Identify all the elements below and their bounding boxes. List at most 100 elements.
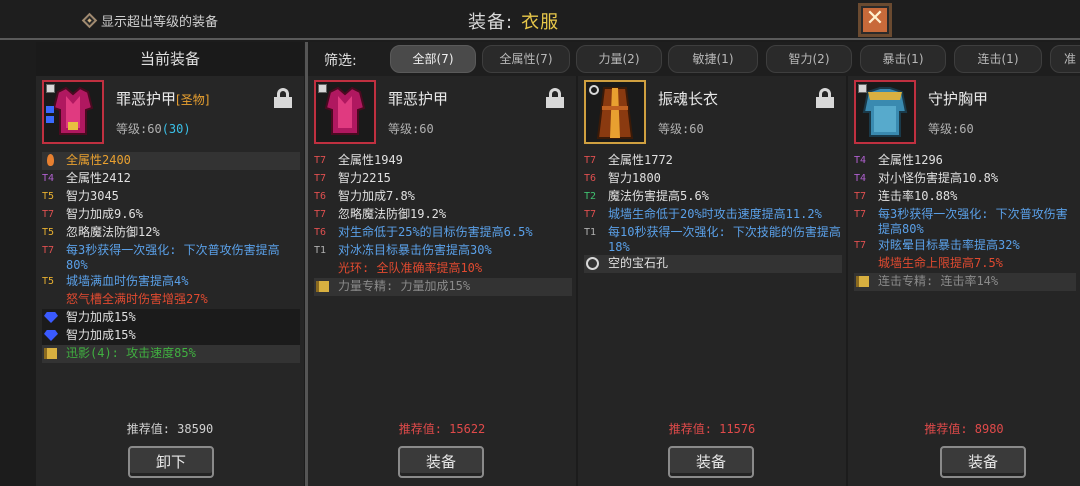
level-bonus: (30) bbox=[161, 122, 191, 136]
stat-text: 迅影(4): 攻击速度85% bbox=[66, 346, 196, 360]
stat-text: 全属性1949 bbox=[338, 153, 403, 167]
tab-all-stats[interactable]: 全属性(7) bbox=[482, 45, 570, 73]
stat-text: 智力2215 bbox=[338, 171, 391, 185]
stat-line: T7 城墙生命低于20%时攻击速度提高11.2% bbox=[584, 206, 842, 224]
stat-text: 智力加成9.6% bbox=[66, 207, 143, 221]
recommend-value: 推荐值: 15622 bbox=[398, 422, 486, 436]
item-level: 等级:60 bbox=[658, 122, 704, 136]
unequip-button[interactable]: 卸下 bbox=[128, 446, 214, 478]
stat-line: T6 对生命低于25%的目标伤害提高6.5% bbox=[314, 224, 572, 242]
stat-line: 全属性2400 bbox=[42, 152, 300, 170]
stat-text: 连击率10.88% bbox=[878, 189, 958, 203]
item-icon-sin-armor[interactable] bbox=[314, 80, 376, 144]
lock-icon[interactable] bbox=[274, 88, 292, 108]
page-title: 装备: 衣服 bbox=[468, 8, 559, 34]
stat-tier: T4 bbox=[42, 173, 55, 184]
stat-tier: T4 bbox=[854, 173, 867, 184]
stat-line: T7 对眩晕目标暴击率提高32% bbox=[854, 237, 1076, 255]
tab-accuracy[interactable]: 准 bbox=[1050, 45, 1080, 73]
equip-button[interactable]: 装备 bbox=[940, 446, 1026, 478]
stat-line: T1 每10秒获得一次强化: 下次技能的伤害提高18% bbox=[584, 224, 842, 255]
lock-icon[interactable] bbox=[816, 88, 834, 108]
stat-tier: T6 bbox=[314, 227, 327, 238]
lock-icon[interactable] bbox=[546, 88, 564, 108]
stat-text: 力量专精: 力量加成15% bbox=[338, 279, 471, 293]
diamond-checkbox-icon[interactable] bbox=[81, 12, 98, 29]
tab-intelligence[interactable]: 智力(2) bbox=[766, 45, 852, 73]
stat-tier: T5 bbox=[42, 276, 55, 287]
current-item-level: 等级:60(30) bbox=[116, 120, 191, 137]
stat-line: T7 智力加成9.6% bbox=[42, 206, 300, 224]
tab-combo[interactable]: 连击(1) bbox=[954, 45, 1042, 73]
title-label: 装备: bbox=[468, 12, 514, 33]
title-category: 衣服 bbox=[521, 12, 560, 33]
recommend-value: 推荐值: 8980 bbox=[924, 422, 1004, 436]
current-stats-list: 全属性2400 T4 全属性2412 T5 智力3045 T7 智力加成9.6% T5 忽略魔法… bbox=[42, 152, 300, 363]
stat-line: T1 对冰冻目标暴击伤害提高30% bbox=[314, 242, 572, 260]
stat-text: 对生命低于25%的目标伤害提高6.5% bbox=[338, 225, 533, 239]
stat-text: 怒气槽全满时伤害增强27% bbox=[66, 292, 208, 306]
item-level: 等级:60 bbox=[928, 122, 974, 136]
stat-line: T4 全属性2412 bbox=[42, 170, 300, 188]
stat-line: T2 魔法伤害提高5.6% bbox=[584, 188, 842, 206]
item-stats-list: T7 全属性1772 T6 智力1800 T2 魔法伤害提高5.6% T7 城墙生命低于20%… bbox=[584, 152, 842, 273]
stat-line: 迅影(4): 攻击速度85% bbox=[42, 345, 300, 363]
stat-tier: T7 bbox=[314, 155, 327, 166]
item-name: 振魂长衣 bbox=[658, 90, 719, 108]
stat-line: 连击专精: 连击率14% bbox=[854, 273, 1076, 291]
equip-button[interactable]: 装备 bbox=[668, 446, 754, 478]
item-card: 守护胸甲 等级:60 T4 全属性1296 T4 对小怪伤害提高10.8% T7 连击率1… bbox=[848, 76, 1080, 486]
stat-text: 每10秒获得一次强化: 下次技能的伤害提高18% bbox=[608, 225, 841, 254]
stat-text: 智力加成15% bbox=[66, 310, 136, 324]
stat-text: 连击专精: 连击率14% bbox=[878, 274, 999, 288]
stat-text: 对冰冻目标暴击伤害提高30% bbox=[338, 243, 492, 257]
socket-icon bbox=[586, 257, 599, 270]
item-name: 守护胸甲 bbox=[928, 90, 989, 108]
item-icon-sin-armor[interactable] bbox=[42, 80, 104, 144]
stat-tier: T7 bbox=[854, 240, 867, 251]
item-name: 罪恶护甲 bbox=[388, 90, 449, 108]
stat-line: 智力加成15% bbox=[42, 309, 300, 327]
stat-line: T4 对小怪伤害提高10.8% bbox=[854, 170, 1076, 188]
gem-slot-icon bbox=[46, 116, 54, 123]
stat-text: 智力加成7.8% bbox=[338, 189, 415, 203]
stat-text: 每3秒获得一次强化: 下次普攻伤害提高80% bbox=[66, 243, 280, 272]
stat-line: T7 全属性1949 bbox=[314, 152, 572, 170]
sapphire-icon bbox=[44, 312, 58, 323]
item-icon-robe[interactable] bbox=[584, 80, 646, 144]
stat-tier: T1 bbox=[314, 245, 327, 256]
stat-text: 对眩晕目标暴击率提高32% bbox=[878, 238, 1020, 252]
stat-tier: T7 bbox=[854, 191, 867, 202]
close-button[interactable]: ✕ bbox=[858, 3, 892, 37]
stat-line: 力量专精: 力量加成15% bbox=[314, 278, 572, 296]
tab-strength[interactable]: 力量(2) bbox=[576, 45, 662, 73]
stat-tier: T5 bbox=[42, 191, 55, 202]
stat-tier: T1 bbox=[584, 227, 597, 238]
book-icon bbox=[856, 276, 869, 287]
level-text: 等级:60 bbox=[116, 122, 162, 136]
filter-bar: 筛选: 全部(7) 全属性(7) 力量(2) 敏捷(1) 智力(2) 暴击(1)… bbox=[310, 42, 1080, 76]
sapphire-icon bbox=[44, 330, 58, 341]
current-recommend-value: 推荐值: 38590 bbox=[126, 422, 214, 436]
stat-text: 智力1800 bbox=[608, 171, 661, 185]
tab-agility[interactable]: 敏捷(1) bbox=[668, 45, 758, 73]
stat-line: T7 每3秒获得一次强化: 下次普攻伤害提高80% bbox=[42, 242, 300, 273]
current-item-name: 罪恶护甲[圣物] bbox=[116, 88, 209, 109]
stat-tier: T6 bbox=[584, 173, 597, 184]
stat-text: 对小怪伤害提高10.8% bbox=[878, 171, 999, 185]
equip-button[interactable]: 装备 bbox=[398, 446, 484, 478]
stat-line: T4 全属性1296 bbox=[854, 152, 1076, 170]
relic-tag: [圣物] bbox=[176, 93, 210, 107]
tab-all[interactable]: 全部(7) bbox=[390, 45, 476, 73]
tab-crit[interactable]: 暴击(1) bbox=[860, 45, 946, 73]
stat-line: T7 连击率10.88% bbox=[854, 188, 1076, 206]
item-icon-guard-chest[interactable] bbox=[854, 80, 916, 144]
stat-line: 智力加成15% bbox=[42, 327, 300, 345]
stat-text: 城墙生命低于20%时攻击速度提高11.2% bbox=[608, 207, 822, 221]
close-icon: ✕ bbox=[863, 8, 887, 32]
stat-text: 忽略魔法防御12% bbox=[66, 225, 160, 239]
stat-line: T5 忽略魔法防御12% bbox=[42, 224, 300, 242]
item-stats-list: T7 全属性1949 T7 智力2215 T6 智力加成7.8% T7 忽略魔法防御19.2%… bbox=[314, 152, 572, 296]
show-over-level-toggle[interactable]: 显示超出等级的装备 bbox=[81, 11, 219, 30]
toggle-label: 显示超出等级的装备 bbox=[101, 15, 219, 30]
